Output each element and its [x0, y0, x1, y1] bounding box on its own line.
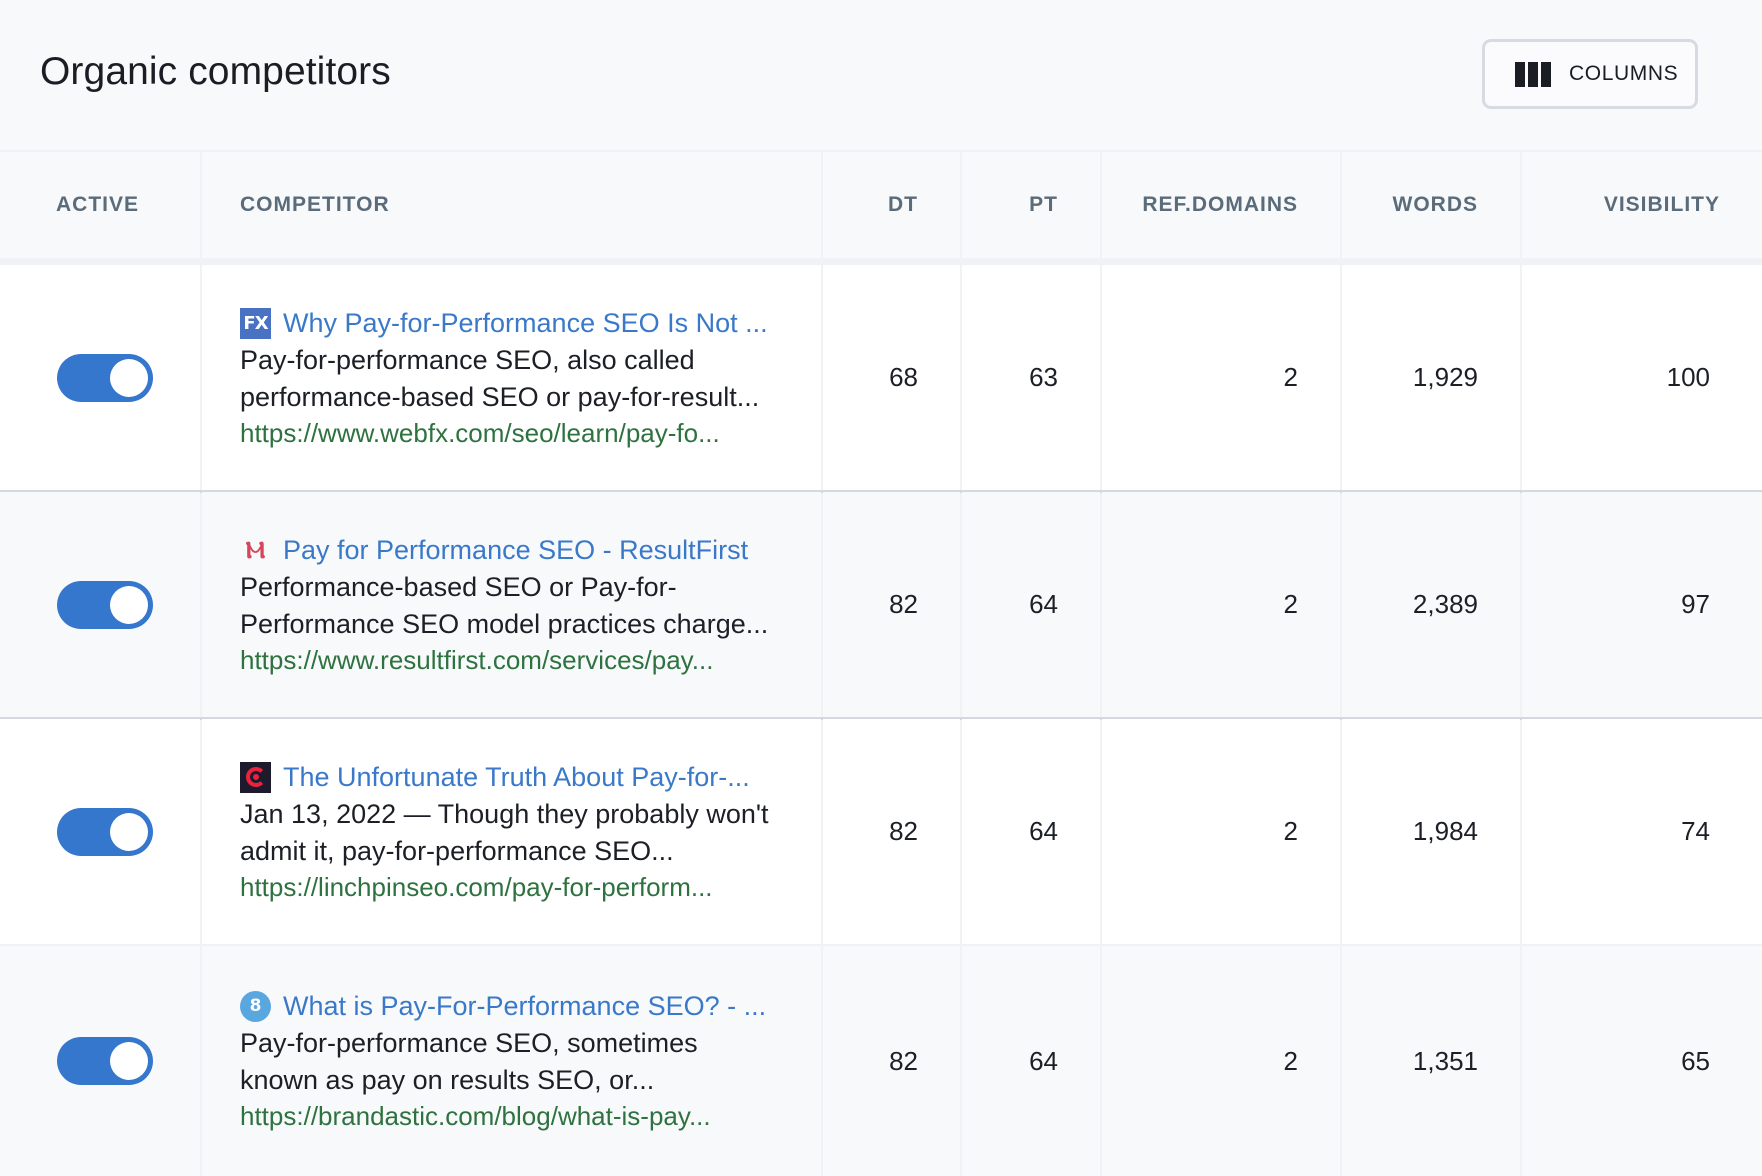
- cell-active: [0, 265, 200, 490]
- cell-words: 1,351: [1342, 946, 1520, 1176]
- competitor-url[interactable]: https://brandastic.com/blog/what-is-pay.…: [240, 1099, 711, 1134]
- table-row: FX Why Pay-for-Performance SEO Is Not ...…: [0, 265, 1762, 490]
- competitor-description: Pay-for-performance SEO, sometimes known…: [240, 1028, 698, 1095]
- dt-value: 68: [889, 362, 918, 392]
- columns-button[interactable]: COLUMNS: [1482, 39, 1698, 109]
- ref-domains-value: 2: [1283, 589, 1298, 619]
- active-toggle[interactable]: [57, 807, 153, 856]
- dt-value: 82: [889, 589, 918, 619]
- column-header-pt[interactable]: PT: [962, 152, 1100, 258]
- cell-dt: 82: [823, 719, 960, 944]
- cell-words: 1,984: [1342, 719, 1520, 944]
- table-row: The Unfortunate Truth About Pay-for-... J…: [0, 719, 1762, 944]
- competitor-url[interactable]: https://www.resultfirst.com/services/pay…: [240, 643, 713, 678]
- cell-visibility: 100: [1522, 265, 1762, 490]
- linchpin-icon: [240, 761, 271, 793]
- words-value: 1,984: [1412, 816, 1478, 846]
- toggle-knob: [110, 358, 148, 397]
- cell-active: [0, 492, 200, 717]
- columns-button-label: COLUMNS: [1569, 62, 1679, 85]
- competitor-title-link[interactable]: FX Why Pay-for-Performance SEO Is Not ...: [240, 305, 768, 342]
- page-header: Organic competitors COLUMNS: [0, 0, 1762, 150]
- column-header-competitor[interactable]: COMPETITOR: [202, 152, 821, 258]
- resultfirst-icon: Ⲙ: [245, 535, 266, 564]
- competitor-title-link[interactable]: 8 What is Pay-For-Performance SEO? - ...: [240, 988, 766, 1025]
- cell-dt: 82: [823, 492, 960, 717]
- toggle-knob: [110, 585, 148, 624]
- cell-dt: 68: [823, 265, 960, 490]
- competitor-description: Pay-for-performance SEO, also called per…: [240, 344, 760, 412]
- ref-domains-value: 2: [1283, 1045, 1298, 1076]
- competitor-url[interactable]: https://www.webfx.com/seo/learn/pay-fo..…: [240, 416, 720, 451]
- cell-dt: 82: [823, 946, 960, 1176]
- cell-competitor: 8 What is Pay-For-Performance SEO? - ... P…: [202, 946, 821, 1176]
- cell-visibility: 74: [1522, 719, 1762, 944]
- competitor-url[interactable]: https://linchpinseo.com/pay-for-perform.…: [240, 870, 713, 905]
- cell-ref-domains: 2: [1102, 719, 1340, 944]
- competitor-title[interactable]: What is Pay-For-Performance SEO? - ...: [283, 988, 766, 1025]
- columns-icon: [1515, 61, 1551, 87]
- cell-pt: 63: [962, 265, 1100, 490]
- active-toggle[interactable]: [57, 1037, 153, 1085]
- cell-visibility: 97: [1522, 492, 1762, 717]
- table-header: ACTIVE COMPETITOR DT PT REF.DOMAINS WORD…: [0, 152, 1762, 258]
- page-title: Organic competitors: [40, 50, 391, 93]
- competitor-title-link[interactable]: Ⲙ Pay for Performance SEO - ResultFirst: [240, 532, 748, 569]
- ref-domains-value: 2: [1283, 362, 1298, 392]
- dt-value: 82: [889, 816, 918, 846]
- visibility-value: 65: [1681, 1045, 1710, 1076]
- competitor-title[interactable]: Why Pay-for-Performance SEO Is Not ...: [283, 305, 768, 342]
- column-header-ref-domains[interactable]: REF.DOMAINS: [1102, 152, 1340, 258]
- cell-words: 1,929: [1342, 265, 1520, 490]
- competitor-description: Jan 13, 2022 — Though they probably won'…: [240, 798, 769, 866]
- visibility-value: 74: [1681, 816, 1710, 846]
- cell-pt: 64: [962, 946, 1100, 1176]
- table-row: Ⲙ Pay for Performance SEO - ResultFirst Pe…: [0, 492, 1762, 717]
- pt-value: 63: [1029, 362, 1058, 392]
- visibility-value: 97: [1681, 589, 1710, 619]
- cell-words: 2,389: [1342, 492, 1520, 717]
- competitor-title-link[interactable]: The Unfortunate Truth About Pay-for-...: [240, 759, 750, 796]
- words-value: 1,929: [1412, 362, 1478, 392]
- cell-competitor: FX Why Pay-for-Performance SEO Is Not ...…: [202, 265, 821, 490]
- pt-value: 64: [1029, 1045, 1058, 1076]
- cell-active: [0, 719, 200, 944]
- webfx-icon: FX: [240, 307, 271, 339]
- cell-ref-domains: 2: [1102, 265, 1340, 490]
- cell-competitor: Ⲙ Pay for Performance SEO - ResultFirst Pe…: [202, 492, 821, 717]
- table-row: 8 What is Pay-For-Performance SEO? - ... P…: [0, 946, 1762, 1176]
- cell-pt: 64: [962, 492, 1100, 717]
- column-header-visibility[interactable]: VISIBILITY: [1522, 152, 1762, 258]
- cell-visibility: 65: [1522, 946, 1762, 1176]
- cell-pt: 64: [962, 719, 1100, 944]
- column-header-active[interactable]: ACTIVE: [0, 152, 200, 258]
- ref-domains-value: 2: [1283, 816, 1298, 846]
- cell-active: [0, 946, 200, 1176]
- active-toggle[interactable]: [57, 353, 153, 402]
- competitor-title[interactable]: The Unfortunate Truth About Pay-for-...: [283, 759, 750, 796]
- competitor-title[interactable]: Pay for Performance SEO - ResultFirst: [283, 532, 748, 569]
- column-header-dt[interactable]: DT: [823, 152, 960, 258]
- visibility-value: 100: [1666, 362, 1710, 392]
- toggle-knob: [110, 1042, 148, 1080]
- toggle-knob: [110, 812, 148, 851]
- dt-value: 82: [889, 1045, 918, 1076]
- cell-ref-domains: 2: [1102, 946, 1340, 1176]
- cell-ref-domains: 2: [1102, 492, 1340, 717]
- cell-competitor: The Unfortunate Truth About Pay-for-... J…: [202, 719, 821, 944]
- pt-value: 64: [1029, 589, 1058, 619]
- column-header-words[interactable]: WORDS: [1342, 152, 1520, 258]
- words-value: 1,351: [1412, 1045, 1478, 1076]
- active-toggle[interactable]: [57, 580, 153, 629]
- pt-value: 64: [1029, 816, 1058, 846]
- words-value: 2,389: [1412, 589, 1478, 619]
- competitor-description: Performance-based SEO or Pay-for- Perfor…: [240, 571, 769, 639]
- brandastic-icon: 8: [240, 991, 271, 1022]
